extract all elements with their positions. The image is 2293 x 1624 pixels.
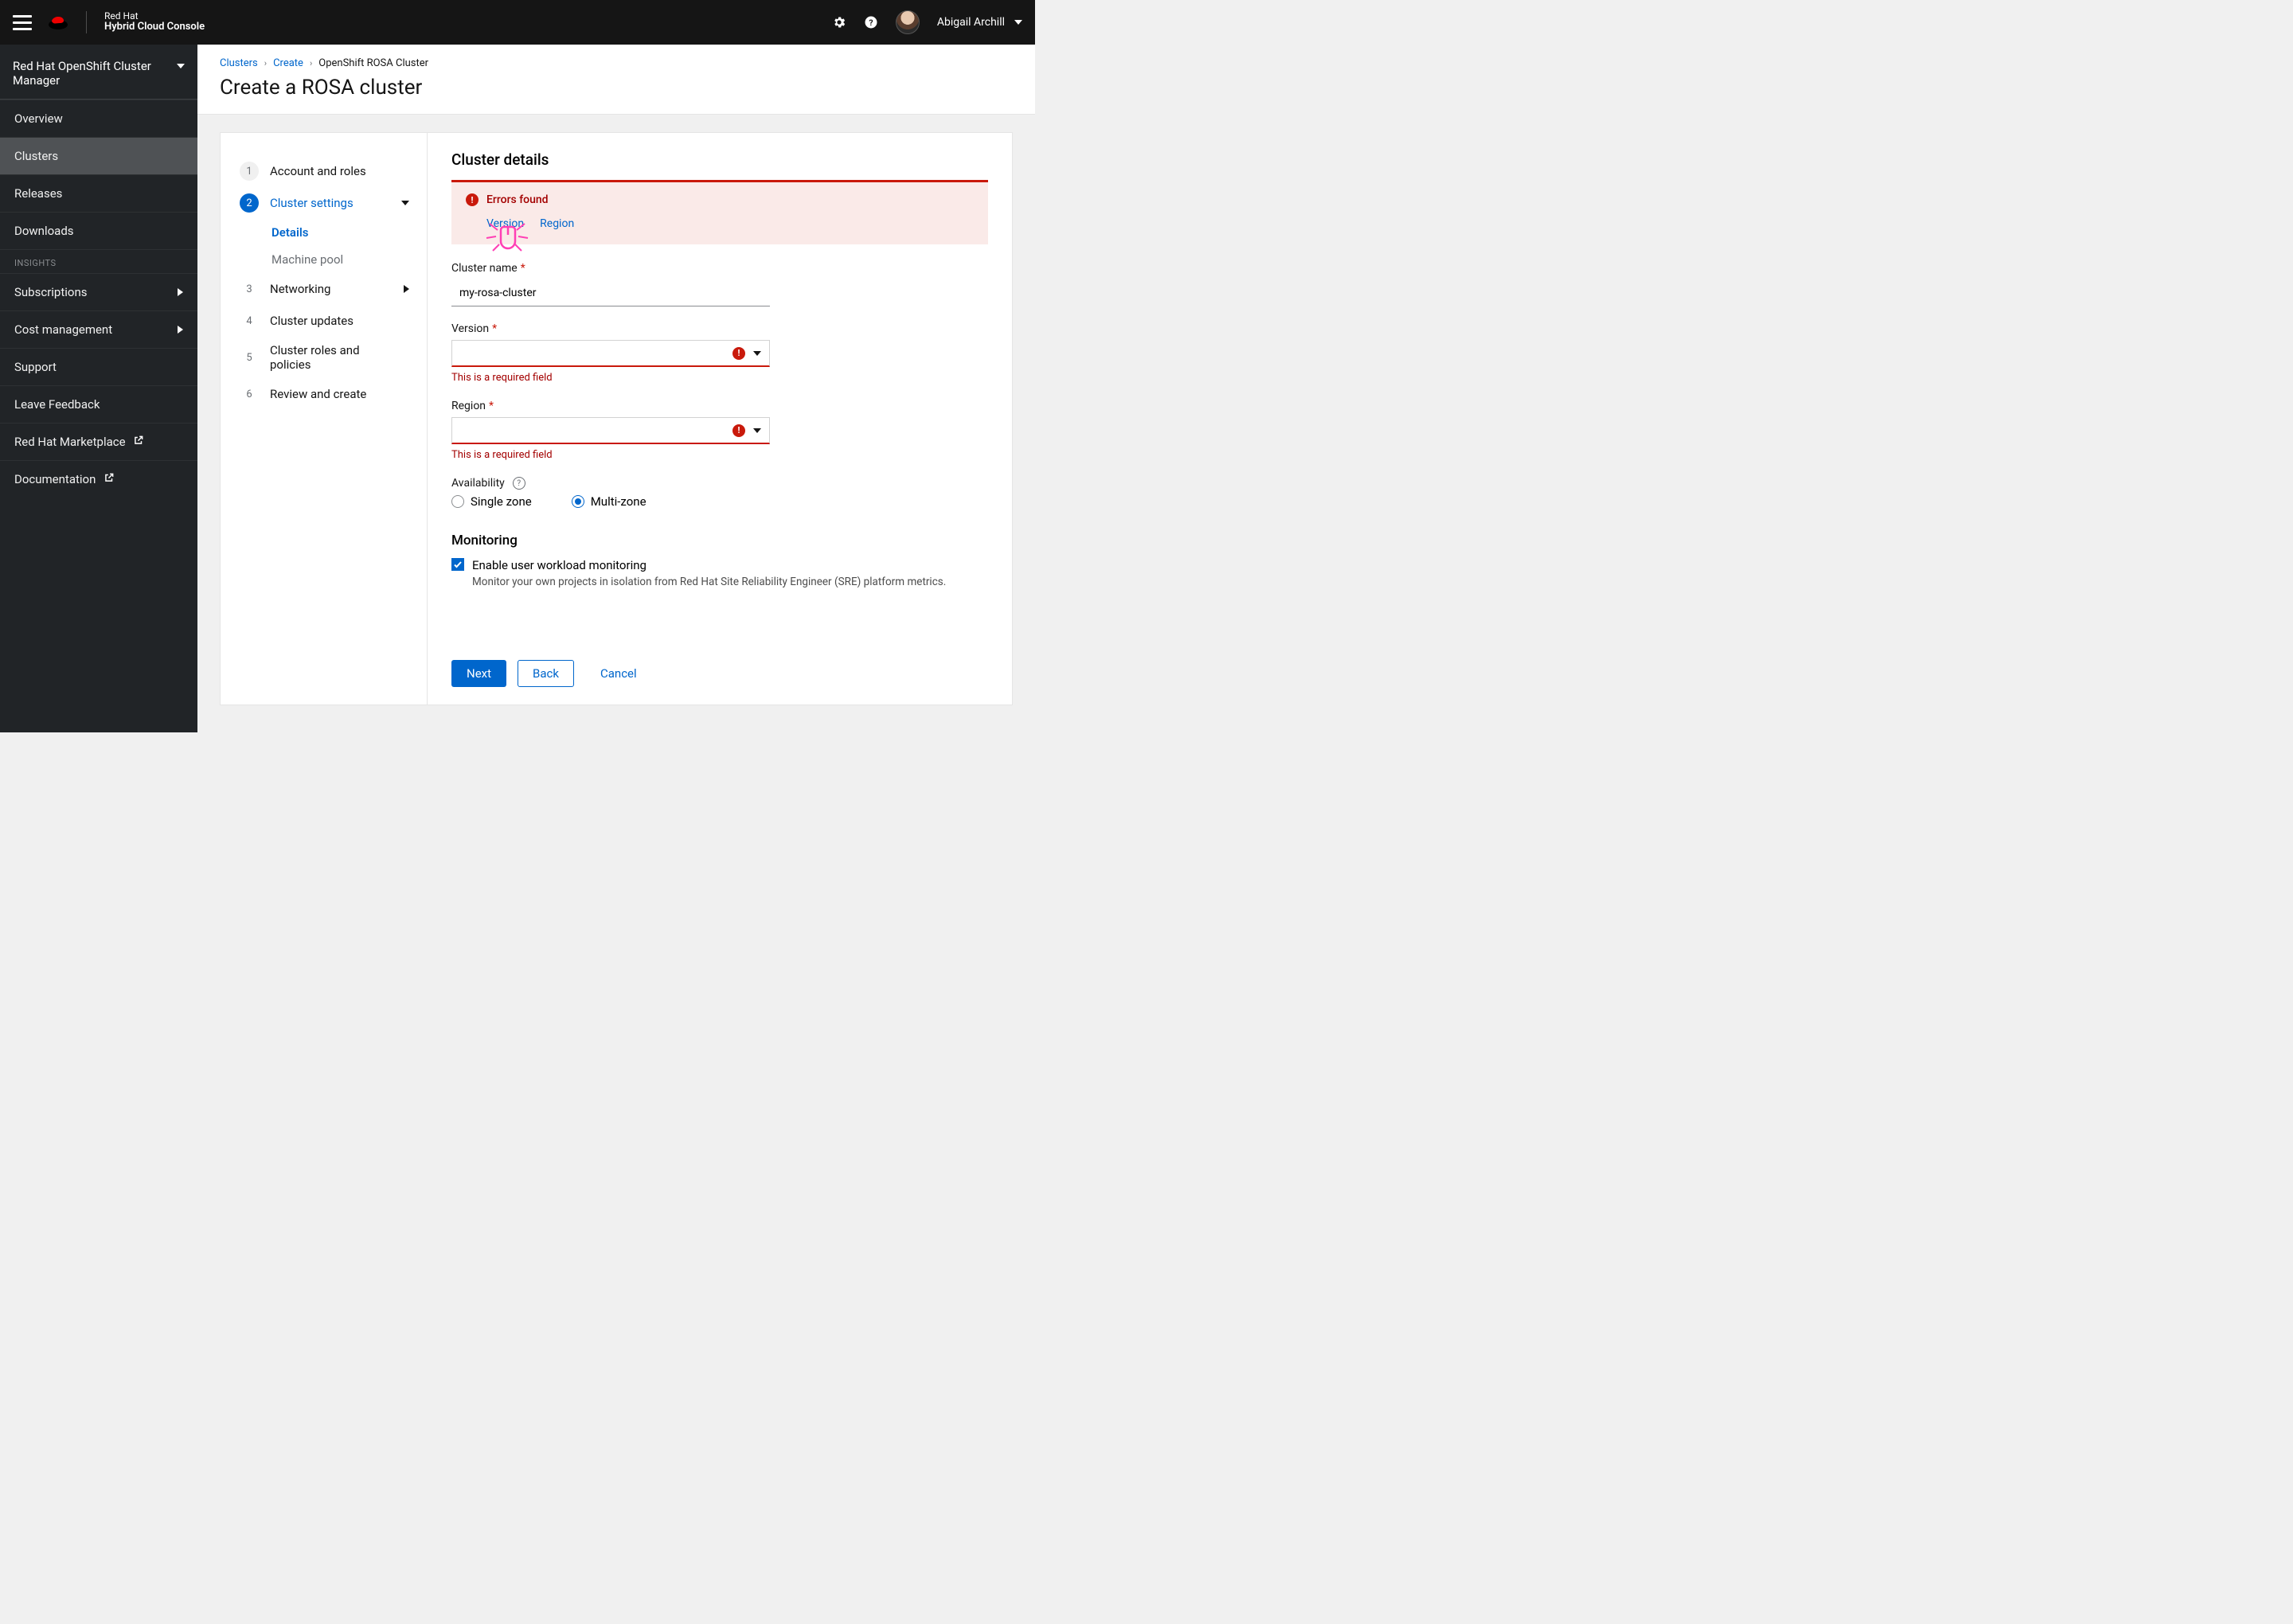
sidebar-item-clusters[interactable]: Clusters [0,137,197,174]
help-icon[interactable]: ? [864,15,878,29]
cancel-button[interactable]: Cancel [585,660,652,687]
redhat-icon [48,14,68,30]
error-icon: ! [732,424,745,437]
user-menu[interactable]: Abigail Archill [937,16,1022,29]
sidebar-item-documentation[interactable]: Documentation [0,460,197,498]
region-label: Region [451,400,486,412]
version-label: Version [451,322,489,335]
wizard-step-4[interactable]: 4Cluster updates [240,305,419,337]
breadcrumb: Clusters › Create › OpenShift ROSA Clust… [220,57,1013,69]
brand-top: Red Hat [104,11,205,22]
cluster-name-input[interactable] [451,279,770,306]
chevron-down-icon [177,64,185,68]
chevron-right-icon [178,326,183,334]
field-version: Version* ! This is a required field [451,322,770,384]
user-avatar[interactable] [896,10,920,34]
next-button[interactable]: Next [451,660,506,687]
username-label: Abigail Archill [937,16,1005,29]
region-error-text: This is a required field [451,449,770,461]
region-select[interactable]: ! [451,417,770,444]
breadcrumb-clusters[interactable]: Clusters [220,57,258,69]
external-link-icon [133,435,144,446]
menu-toggle-icon[interactable] [13,13,32,32]
alert-title: Errors found [486,193,549,206]
sidebar-item-marketplace[interactable]: Red Hat Marketplace [0,423,197,460]
wizard-substep-details[interactable]: Details [271,219,419,246]
field-availability: Availability? Single zone Multi-zone [451,477,988,509]
chevron-down-icon [401,201,409,205]
monitoring-heading: Monitoring [451,533,988,548]
external-link-icon [104,472,115,483]
wizard-substep-machine-pool[interactable]: Machine pool [271,246,419,273]
sidebar-context-switcher[interactable]: Red Hat OpenShift Cluster Manager [0,45,197,100]
wizard-footer: Next Back Cancel [451,638,988,687]
top-bar: Red Hat Hybrid Cloud Console ? Abigail A… [0,0,1035,45]
wizard-nav: 1Account and roles 2Cluster settings Det… [221,133,428,705]
sidebar: Red Hat OpenShift Cluster Manager Overvi… [0,45,197,732]
page-header: Clusters › Create › OpenShift ROSA Clust… [197,45,1035,115]
availability-label: Availability [451,477,505,490]
monitoring-checkbox-label: Enable user workload monitoring [472,558,646,572]
error-icon: ! [732,347,745,360]
sidebar-item-downloads[interactable]: Downloads [0,212,197,249]
breadcrumb-create[interactable]: Create [273,57,303,69]
svg-text:?: ? [869,18,873,28]
field-region: Region* ! This is a required field [451,400,770,461]
wizard-card: 1Account and roles 2Cluster settings Det… [220,132,1013,705]
wizard-step-3[interactable]: 3Networking [240,273,419,305]
chevron-right-icon: › [310,58,312,68]
brand-logo[interactable]: Red Hat Hybrid Cloud Console [48,11,205,34]
chevron-down-icon [1014,20,1022,25]
wizard-step-1[interactable]: 1Account and roles [240,155,419,187]
help-icon[interactable]: ? [513,477,525,490]
sidebar-item-cost-management[interactable]: Cost management [0,310,197,348]
chevron-right-icon [178,288,183,296]
chevron-down-icon [753,428,761,433]
version-select[interactable]: ! [451,340,770,367]
section-title: Cluster details [451,150,988,169]
field-cluster-name: Cluster name* [451,262,770,306]
error-icon: ! [466,193,479,206]
settings-icon[interactable] [832,15,846,29]
wizard-body: Cluster details ! Errors found Version R… [428,133,1012,705]
radio-single-zone[interactable]: Single zone [451,494,532,509]
alert-link-version[interactable]: Version [486,217,524,230]
sidebar-item-overview[interactable]: Overview [0,100,197,137]
wizard-step-5[interactable]: 5Cluster roles and policies [240,337,419,378]
chevron-right-icon: › [264,58,267,68]
page-title: Create a ROSA cluster [220,76,1013,100]
version-error-text: This is a required field [451,372,770,384]
breadcrumb-current: OpenShift ROSA Cluster [318,57,428,69]
sidebar-context-label: Red Hat OpenShift Cluster Manager [13,59,177,88]
brand-bottom: Hybrid Cloud Console [104,21,205,33]
back-button[interactable]: Back [518,660,574,687]
chevron-right-icon [404,285,409,293]
sidebar-item-releases[interactable]: Releases [0,174,197,212]
monitoring-checkbox[interactable] [451,558,464,571]
wizard-step-2[interactable]: 2Cluster settings [240,187,419,219]
sidebar-item-subscriptions[interactable]: Subscriptions [0,273,197,310]
sidebar-item-feedback[interactable]: Leave Feedback [0,385,197,423]
monitoring-description: Monitor your own projects in isolation f… [472,576,988,588]
sidebar-section-insights: INSIGHTS [0,249,197,273]
alert-link-region[interactable]: Region [540,217,574,230]
sidebar-item-support[interactable]: Support [0,348,197,385]
cluster-name-label: Cluster name [451,262,518,275]
error-alert: ! Errors found Version Region [451,180,988,244]
wizard-step-6[interactable]: 6Review and create [240,378,419,410]
chevron-down-icon [753,351,761,356]
